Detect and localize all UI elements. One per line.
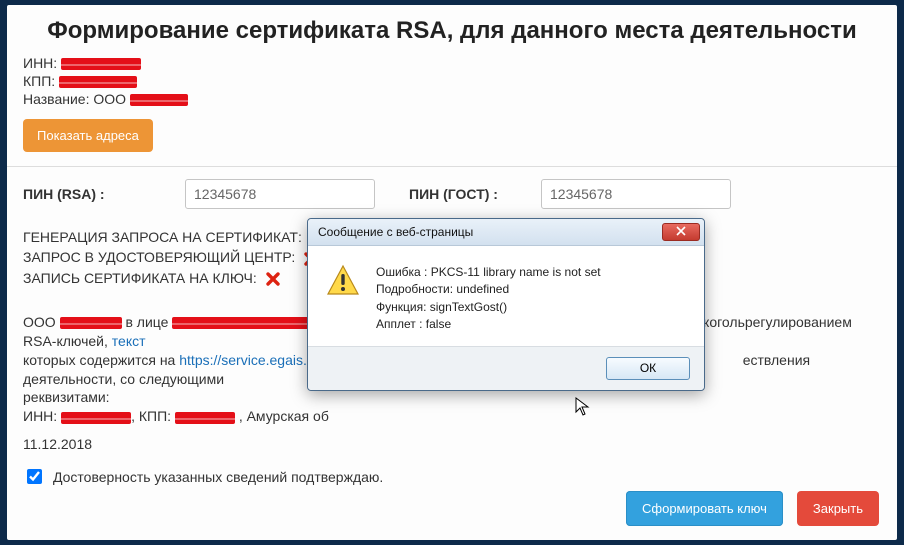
name-label: Название:: [23, 91, 89, 107]
fail-icon: [265, 271, 281, 287]
dialog-title: Сообщение с веб-страницы: [318, 225, 473, 239]
kpp-label: КПП:: [23, 73, 55, 89]
footer-buttons: Сформировать ключ Закрыть: [626, 491, 879, 526]
req-inn-label: ИНН:: [23, 408, 57, 424]
details-link-text[interactable]: текст: [112, 333, 146, 349]
pin-gost-label: ПИН (ГОСТ) :: [409, 186, 529, 202]
inn-value-redacted: [61, 58, 141, 70]
confirm-row: Достоверность указанных сведений подтвер…: [23, 466, 881, 487]
req-region: , Амурская об: [239, 408, 329, 424]
pin-rsa-label: ПИН (RSA) :: [23, 186, 173, 202]
details-requisites: реквизитами:: [23, 389, 110, 405]
confirm-checkbox[interactable]: [27, 469, 42, 484]
dialog-line1: Ошибка : PKCS-11 library name is not set: [376, 264, 601, 281]
dialog-line4: Апплет : false: [376, 316, 601, 333]
dialog-line2: Подробности: undefined: [376, 281, 601, 298]
org-kpp-row: КПП:: [23, 73, 881, 89]
inn-label: ИНН:: [23, 55, 57, 71]
dialog-close-button[interactable]: [662, 223, 700, 241]
req-inn-redacted: [61, 412, 131, 424]
name-prefix: ООО: [93, 91, 126, 107]
org-name-row: Название: ООО: [23, 91, 881, 107]
details-redact-2: [172, 317, 322, 329]
org-inn-row: ИНН:: [23, 55, 881, 71]
req-kpp-label: КПП:: [139, 408, 171, 424]
close-button[interactable]: Закрыть: [797, 491, 879, 526]
status-gen-request-label: ГЕНЕРАЦИЯ ЗАПРОСА НА СЕРТИФИКАТ:: [23, 229, 302, 245]
generate-key-button[interactable]: Сформировать ключ: [626, 491, 783, 526]
divider: [7, 166, 897, 167]
dialog-titlebar[interactable]: Сообщение с веб-страницы: [308, 219, 704, 246]
warning-icon: [326, 264, 360, 298]
pin-row: ПИН (RSA) : ПИН (ГОСТ) :: [23, 179, 881, 209]
page-title: Формирование сертификата RSA, для данног…: [23, 17, 881, 45]
alert-dialog: Сообщение с веб-страницы Ошибка : PKCS-1…: [307, 218, 705, 391]
status-send-request-label: ЗАПРОС В УДОСТОВЕРЯЮЩИЙ ЦЕНТР:: [23, 249, 295, 265]
confirm-label: Достоверность указанных сведений подтвер…: [53, 469, 383, 485]
dialog-body: Ошибка : PKCS-11 library name is not set…: [308, 246, 704, 346]
pin-rsa-input[interactable]: [185, 179, 375, 209]
kpp-value-redacted: [59, 76, 137, 88]
details-contained: которых содержится на: [23, 352, 175, 368]
dialog-text: Ошибка : PKCS-11 library name is not set…: [376, 264, 601, 334]
req-kpp-redacted: [175, 412, 235, 424]
close-icon: [676, 225, 686, 239]
dialog-line3: Функция: signTextGost(): [376, 299, 601, 316]
name-value-redacted: [130, 94, 188, 106]
details-vlitse: в лице: [125, 314, 168, 330]
details-link-url[interactable]: https://service.egais.ru: [179, 352, 319, 368]
details-ooo: ООО: [23, 314, 56, 330]
details-date: 11.12.2018: [23, 436, 881, 452]
pin-gost-input[interactable]: [541, 179, 731, 209]
status-write-cert-label: ЗАПИСЬ СЕРТИФИКАТА НА КЛЮЧ:: [23, 270, 257, 286]
details-redact-1: [60, 317, 122, 329]
dialog-footer: ОК: [308, 346, 704, 390]
show-addresses-button[interactable]: Показать адреса: [23, 119, 153, 152]
dialog-ok-button[interactable]: ОК: [606, 357, 690, 380]
